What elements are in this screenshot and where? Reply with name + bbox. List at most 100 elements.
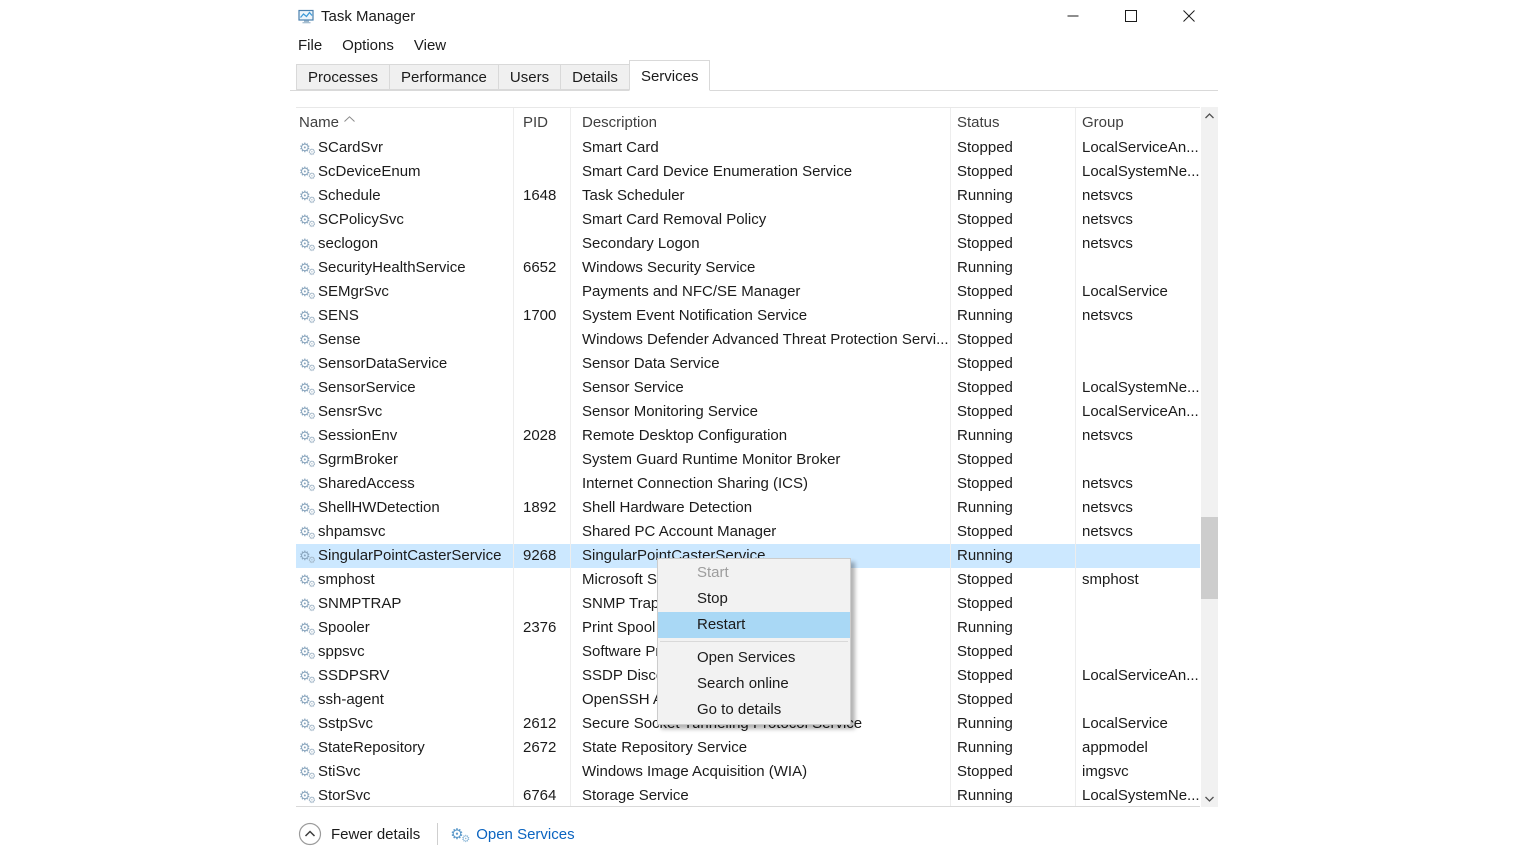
tab-services[interactable]: Services xyxy=(629,60,711,91)
maximize-button[interactable] xyxy=(1102,0,1160,32)
open-services-link[interactable]: ⚙⚙ Open Services xyxy=(450,826,574,843)
column-header-pid[interactable]: PID xyxy=(513,108,570,136)
table-row[interactable]: ⚙⚙StiSvcWindows Image Acquisition (WIA)S… xyxy=(296,760,1200,784)
service-gear-icon: ⚙⚙ xyxy=(299,669,316,682)
table-cell: Running xyxy=(950,736,1075,760)
column-header-status[interactable]: Status xyxy=(950,108,1075,136)
table-cell: Running xyxy=(950,616,1075,640)
menubar-item-view[interactable]: View xyxy=(404,35,456,56)
column-header-description[interactable]: Description xyxy=(570,108,950,136)
service-name-cell: ⚙⚙smphost xyxy=(296,568,513,592)
table-row[interactable]: ⚙⚙SensorDataServiceSensor Data ServiceSt… xyxy=(296,352,1200,376)
table-row[interactable]: ⚙⚙SecurityHealthService6652Windows Secur… xyxy=(296,256,1200,280)
table-row[interactable]: ⚙⚙ScDeviceEnumSmart Card Device Enumerat… xyxy=(296,160,1200,184)
table-row[interactable]: ⚙⚙SCPolicySvcSmart Card Removal PolicySt… xyxy=(296,208,1200,232)
context-menu-item-open-services[interactable]: Open Services xyxy=(658,645,850,671)
service-gear-icon: ⚙⚙ xyxy=(299,453,316,466)
table-row[interactable]: ⚙⚙StorSvc6764Storage ServiceRunningLocal… xyxy=(296,784,1200,807)
table-cell: LocalServiceAn... xyxy=(1075,136,1200,160)
table-cell: Running xyxy=(950,256,1075,280)
service-name-cell: ⚙⚙SCPolicySvc xyxy=(296,208,513,232)
table-cell: Stopped xyxy=(950,664,1075,688)
service-gear-icon: ⚙⚙ xyxy=(299,789,316,802)
scroll-down-icon[interactable] xyxy=(1201,790,1218,807)
table-cell xyxy=(1075,616,1200,640)
menu-bar: FileOptionsView xyxy=(290,33,456,58)
table-cell: Task Scheduler xyxy=(570,184,950,208)
table-cell xyxy=(513,472,570,496)
service-name-cell: ⚙⚙SstpSvc xyxy=(296,712,513,736)
table-cell: 6652 xyxy=(513,256,570,280)
service-name-label: SENS xyxy=(318,307,359,324)
table-cell: netsvcs xyxy=(1075,520,1200,544)
scrollbar-thumb[interactable] xyxy=(1201,517,1218,599)
table-row[interactable]: ⚙⚙SenseWindows Defender Advanced Threat … xyxy=(296,328,1200,352)
service-name-label: SCPolicySvc xyxy=(318,211,404,228)
table-row[interactable]: ⚙⚙shpamsvcShared PC Account ManagerStopp… xyxy=(296,520,1200,544)
table-row[interactable]: ⚙⚙seclogonSecondary LogonStoppednetsvcs xyxy=(296,232,1200,256)
column-header-group[interactable]: Group xyxy=(1075,108,1200,136)
service-gear-icon: ⚙⚙ xyxy=(299,309,316,322)
tab-users[interactable]: Users xyxy=(498,64,561,90)
table-row[interactable]: ⚙⚙StateRepository2672State Repository Se… xyxy=(296,736,1200,760)
vertical-scrollbar[interactable] xyxy=(1201,107,1218,807)
table-row[interactable]: ⚙⚙SgrmBrokerSystem Guard Runtime Monitor… xyxy=(296,448,1200,472)
table-row[interactable]: ⚙⚙ShellHWDetection1892Shell Hardware Det… xyxy=(296,496,1200,520)
column-separator xyxy=(570,108,571,806)
table-row[interactable]: ⚙⚙SCardSvrSmart CardStoppedLocalServiceA… xyxy=(296,136,1200,160)
table-row[interactable]: ⚙⚙SharedAccessInternet Connection Sharin… xyxy=(296,472,1200,496)
context-menu-item-stop[interactable]: Stop xyxy=(658,586,850,612)
table-row[interactable]: ⚙⚙SEMgrSvcPayments and NFC/SE ManagerSto… xyxy=(296,280,1200,304)
table-cell xyxy=(513,688,570,712)
table-cell xyxy=(1075,448,1200,472)
context-menu-item-go-to-details[interactable]: Go to details xyxy=(658,697,850,723)
table-cell: Secondary Logon xyxy=(570,232,950,256)
table-cell: netsvcs xyxy=(1075,496,1200,520)
table-cell: Stopped xyxy=(950,376,1075,400)
table-cell: netsvcs xyxy=(1075,232,1200,256)
tab-details[interactable]: Details xyxy=(560,64,630,90)
table-header-row: NamePIDDescriptionStatusGroup xyxy=(296,108,1200,136)
table-row[interactable]: ⚙⚙SENS1700System Event Notification Serv… xyxy=(296,304,1200,328)
context-menu-item-search-online[interactable]: Search online xyxy=(658,671,850,697)
table-row[interactable]: ⚙⚙SessionEnv2028Remote Desktop Configura… xyxy=(296,424,1200,448)
table-cell: 2672 xyxy=(513,736,570,760)
table-cell: netsvcs xyxy=(1075,424,1200,448)
service-name-cell: ⚙⚙SENS xyxy=(296,304,513,328)
service-gear-icon: ⚙⚙ xyxy=(299,237,316,250)
column-header-name[interactable]: Name xyxy=(296,108,513,136)
service-name-label: Schedule xyxy=(318,187,381,204)
table-cell: Payments and NFC/SE Manager xyxy=(570,280,950,304)
service-gear-icon: ⚙⚙ xyxy=(299,573,316,586)
scroll-up-icon[interactable] xyxy=(1201,107,1218,124)
close-button[interactable] xyxy=(1160,0,1218,32)
table-row[interactable]: ⚙⚙SensorServiceSensor ServiceStoppedLoca… xyxy=(296,376,1200,400)
table-row[interactable]: ⚙⚙Schedule1648Task SchedulerRunningnetsv… xyxy=(296,184,1200,208)
fewer-details-button[interactable]: Fewer details xyxy=(298,822,420,846)
table-cell: Stopped xyxy=(950,400,1075,424)
table-row[interactable]: ⚙⚙SensrSvcSensor Monitoring ServiceStopp… xyxy=(296,400,1200,424)
service-gear-icon: ⚙⚙ xyxy=(299,765,316,778)
table-cell: Running xyxy=(950,784,1075,807)
service-gear-icon: ⚙⚙ xyxy=(299,477,316,490)
service-name-label: SCardSvr xyxy=(318,139,383,156)
context-menu-item-restart[interactable]: Restart xyxy=(658,612,850,638)
table-cell xyxy=(513,328,570,352)
service-name-cell: ⚙⚙Schedule xyxy=(296,184,513,208)
title-bar[interactable]: Task Manager xyxy=(290,0,1218,32)
context-menu-separator xyxy=(660,641,848,642)
table-cell: Shared PC Account Manager xyxy=(570,520,950,544)
service-name-label: SstpSvc xyxy=(318,715,373,732)
tab-performance[interactable]: Performance xyxy=(389,64,499,90)
tab-processes[interactable]: Processes xyxy=(296,64,390,90)
table-cell: Sensor Data Service xyxy=(570,352,950,376)
menubar-item-options[interactable]: Options xyxy=(332,35,404,56)
menubar-item-file[interactable]: File xyxy=(290,35,332,56)
service-gear-icon: ⚙⚙ xyxy=(299,645,316,658)
service-name-label: SNMPTRAP xyxy=(318,595,401,612)
minimize-button[interactable] xyxy=(1044,0,1102,32)
table-cell: netsvcs xyxy=(1075,184,1200,208)
table-cell: Smart Card Device Enumeration Service xyxy=(570,160,950,184)
service-gear-icon: ⚙⚙ xyxy=(299,189,316,202)
table-cell xyxy=(513,280,570,304)
